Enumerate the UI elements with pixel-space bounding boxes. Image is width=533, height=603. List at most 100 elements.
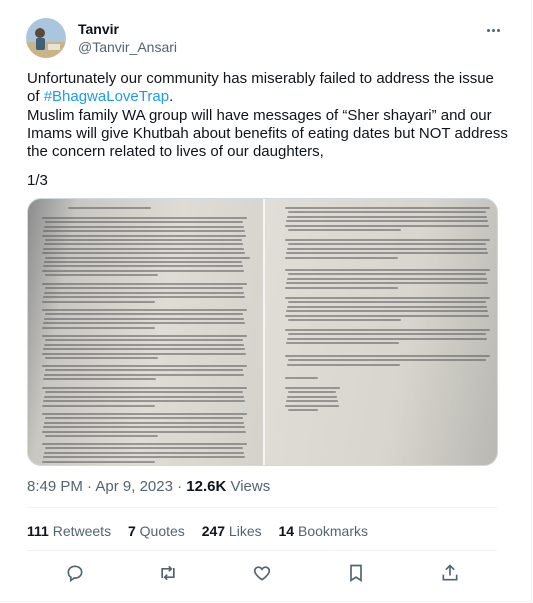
document-text-line — [45, 369, 243, 372]
document-text-line — [285, 297, 490, 299]
tweet-card: Tanvir @Tanvir_Ansari Unfortunately our … — [0, 0, 532, 602]
reply-icon[interactable] — [65, 563, 87, 585]
document-text-line — [287, 337, 487, 340]
document-text-line — [285, 239, 490, 241]
bookmarks-stat[interactable]: 14 Bookmarks — [279, 523, 369, 539]
retweets-stat[interactable]: 111 Retweets — [27, 523, 111, 539]
document-text-line — [287, 395, 337, 398]
document-text-line — [43, 348, 245, 351]
document-text-line — [287, 277, 487, 280]
tweet-timestamp[interactable]: 8:49 PM · Apr 9, 2023 · 12.6K Views — [27, 478, 270, 495]
tweet-line-1: Unfortunately our community has miserabl… — [27, 70, 494, 87]
document-text-line — [42, 387, 247, 389]
document-text-line — [43, 265, 243, 268]
document-text-line — [44, 243, 243, 246]
document-text-line — [43, 456, 245, 459]
retweet-icon[interactable] — [158, 563, 180, 585]
document-text-line — [42, 352, 246, 355]
document-text-line — [42, 300, 155, 303]
bookmarks-label: Bookmarks — [294, 523, 369, 539]
document-text-line — [45, 357, 158, 359]
like-icon[interactable] — [252, 563, 274, 585]
quotes-stat[interactable]: 7 Quotes — [128, 523, 185, 539]
document-text-line — [42, 234, 246, 237]
document-text-line — [44, 395, 244, 398]
author-handle[interactable]: @Tanvir_Ansari — [78, 39, 177, 55]
thread-counter: 1/3 — [27, 172, 48, 189]
document-text-line — [45, 221, 243, 224]
document-text-line — [42, 443, 247, 445]
tweet-media-image[interactable] — [27, 198, 498, 466]
author-name[interactable]: Tanvir — [78, 21, 119, 37]
document-text-line — [288, 359, 486, 362]
document-text-line — [44, 451, 244, 454]
avatar[interactable] — [26, 18, 66, 58]
share-icon[interactable] — [440, 563, 462, 585]
document-text-line — [68, 207, 151, 209]
document-text-line — [43, 400, 245, 403]
document-text-line — [45, 256, 250, 259]
document-text-line — [287, 247, 487, 250]
hashtag-link[interactable]: #BhagwaLoveTrap — [44, 88, 169, 105]
document-text-line — [286, 282, 488, 285]
document-text-line — [42, 413, 247, 415]
document-text-line — [43, 296, 245, 299]
document-text-line — [43, 230, 245, 233]
document-text-line — [285, 314, 489, 317]
document-text-line — [288, 301, 486, 304]
document-text-line — [285, 269, 490, 271]
document-text-line — [45, 339, 243, 342]
document-text-line — [286, 400, 338, 403]
document-page-right — [265, 199, 497, 465]
document-text-line — [287, 305, 487, 308]
document-text-line — [43, 322, 245, 325]
document-text-line — [42, 326, 155, 329]
document-text-line — [45, 435, 158, 437]
document-text-line — [42, 217, 247, 219]
divider-top — [27, 507, 497, 508]
document-text-line — [42, 252, 245, 255]
document-text-line — [44, 261, 242, 263]
document-text-line — [285, 377, 318, 379]
document-text-line — [288, 333, 486, 336]
document-text-line — [288, 211, 486, 214]
document-text-line — [285, 404, 339, 407]
meta-separator-2: · — [172, 478, 187, 495]
retweets-label: Retweets — [48, 523, 112, 539]
document-text-line — [288, 409, 319, 411]
more-options-icon[interactable] — [483, 22, 503, 38]
document-text-line — [285, 207, 490, 209]
document-text-line — [43, 426, 245, 429]
document-text-line — [285, 355, 490, 357]
divider-bottom — [27, 550, 497, 551]
bookmark-icon[interactable] — [346, 563, 368, 585]
document-text-line — [45, 391, 243, 394]
likes-label: Likes — [225, 523, 262, 539]
document-text-line — [44, 225, 244, 228]
retweets-count: 111 — [27, 523, 49, 539]
document-text-line — [43, 378, 156, 381]
likes-count: 247 — [201, 523, 226, 539]
likes-stat[interactable]: 247 Likes — [202, 523, 262, 539]
document-text-line — [44, 343, 244, 346]
meta-separator: · — [82, 478, 96, 495]
document-text-line — [44, 291, 244, 294]
document-text-line — [45, 239, 242, 241]
views-count: 12.6K — [186, 478, 227, 495]
document-text-line — [285, 286, 398, 289]
tweet-text: Unfortunately our community has miserabl… — [27, 70, 512, 161]
document-text-line — [42, 335, 247, 337]
document-text-line — [286, 252, 488, 255]
document-text-line — [45, 274, 158, 277]
tweet-date: Apr 9, 2023 — [95, 478, 173, 495]
document-text-line — [287, 215, 487, 218]
document-text-line — [286, 342, 399, 345]
document-text-line — [288, 229, 401, 231]
document-text-line — [286, 220, 488, 223]
tweet-line-2-prefix: of — [27, 88, 44, 106]
document-text-line — [43, 247, 244, 250]
document-text-line — [42, 404, 155, 407]
document-text-line — [45, 313, 243, 316]
document-text-line — [286, 310, 488, 313]
document-text-line — [45, 287, 243, 290]
